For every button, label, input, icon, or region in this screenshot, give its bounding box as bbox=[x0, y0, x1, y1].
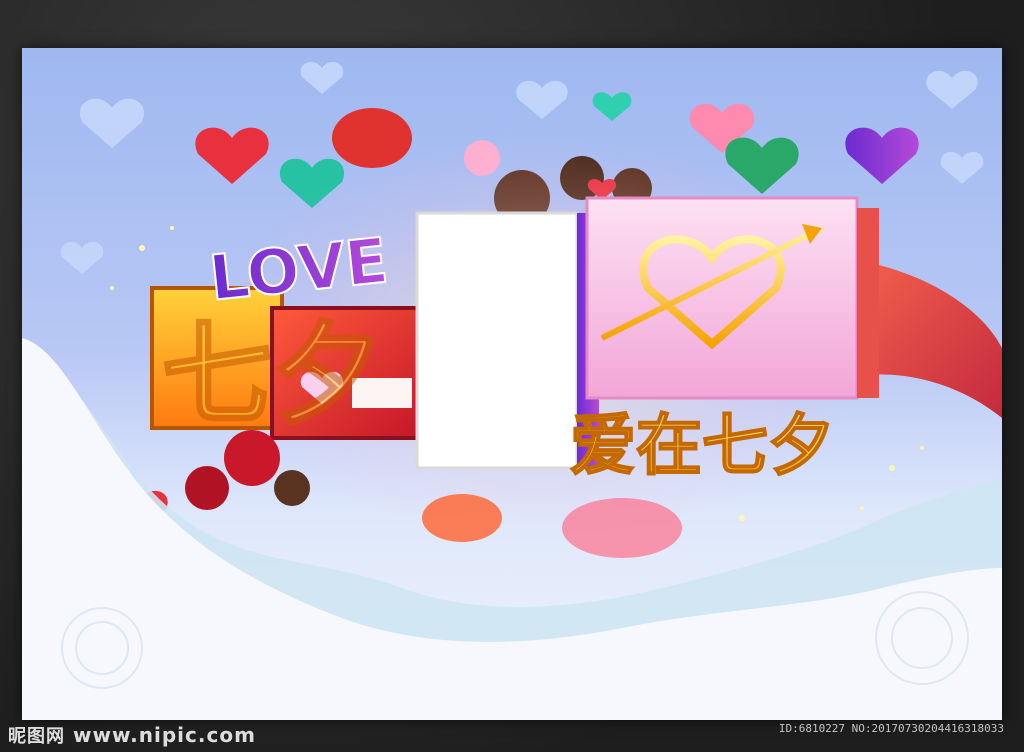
watermark-id: ID:6810227 NO:20170730204416318033 bbox=[778, 722, 1004, 735]
poster-canvas: LOVE 520 爱在七夕 七夕 bbox=[22, 48, 1002, 720]
main-digits: 520 bbox=[462, 425, 483, 436]
subtitle: 爱在七夕 bbox=[570, 407, 834, 484]
watermark-logo: 昵图网 www.nipic.com bbox=[8, 720, 256, 750]
watermark-site-url: www.nipic.com bbox=[73, 723, 256, 747]
watermark-logo-text: 昵图网 bbox=[8, 726, 65, 747]
poster-artwork: LOVE 520 爱在七夕 七夕 bbox=[22, 61, 1002, 720]
left-chars: 七夕 bbox=[162, 311, 382, 439]
digits-two-zero-block bbox=[585, 196, 879, 400]
